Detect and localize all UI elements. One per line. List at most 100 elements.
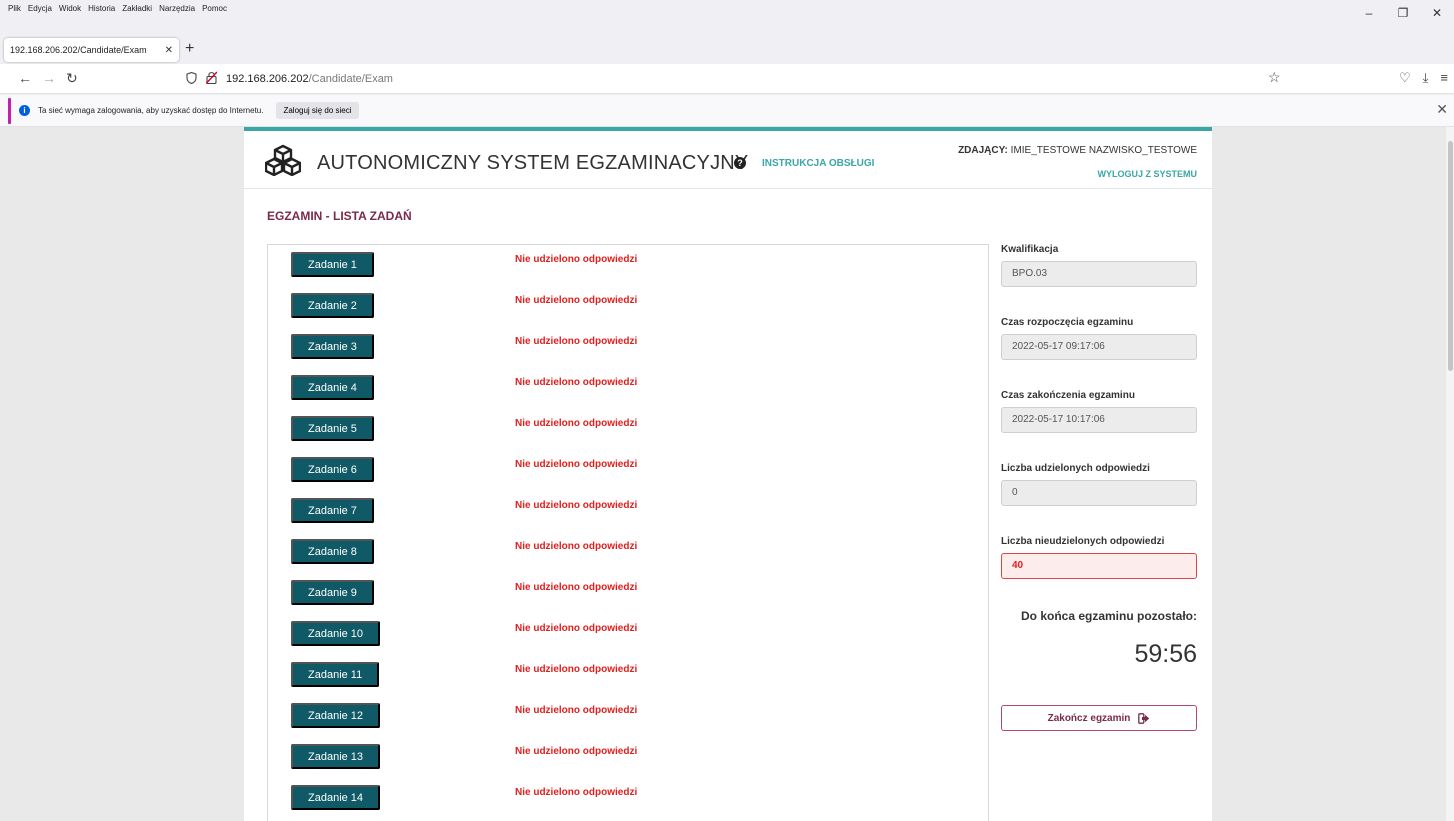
window-controls: – ❐ ✕	[1352, 6, 1454, 20]
task-row: Zadanie 10 Nie udzielono odpowiedzi	[268, 614, 988, 655]
end-time-field: 2022-05-17 10:17:06	[1001, 407, 1197, 433]
app-header: AUTONOMICZNY SYSTEM EGZAMINACYJNY ? INST…	[244, 131, 1212, 189]
task-status: Nie udzielono odpowiedzi	[515, 664, 638, 675]
menu-widok[interactable]: Widok	[59, 4, 81, 13]
task-button-14[interactable]: Zadanie 14	[291, 785, 381, 810]
menu-historia[interactable]: Historia	[88, 4, 115, 13]
task-status: Nie udzielono odpowiedzi	[515, 377, 638, 388]
unanswered-count-field: 40	[1001, 553, 1197, 579]
task-button-13[interactable]: Zadanie 13	[291, 744, 381, 769]
tab-strip: 192.168.206.202/Candidate/Exam ✕ +	[0, 28, 1454, 64]
hamburger-menu-icon[interactable]: ≡	[1440, 70, 1448, 86]
toolbar-right-icons: ♡ ⤓ ≡	[1399, 70, 1448, 86]
task-status: Nie udzielono odpowiedzi	[515, 254, 638, 265]
app-title: AUTONOMICZNY SYSTEM EGZAMINACYJNY	[317, 152, 749, 174]
task-button-9[interactable]: Zadanie 9	[291, 580, 374, 605]
nav-bar: ← → ↻ 192.168.206.202/Candidate/Exam ☆ ♡…	[0, 64, 1454, 94]
captive-portal-notification: i Ta sieć wymaga zalogowania, aby uzyska…	[0, 95, 1454, 127]
answered-count-label: Liczba udzielonych odpowiedzi	[1001, 463, 1150, 474]
task-row: Zadanie 4 Nie udzielono odpowiedzi	[268, 368, 988, 409]
tracking-shield-icon[interactable]	[186, 71, 200, 87]
sign-out-icon	[1138, 712, 1150, 724]
bookmark-star-icon[interactable]: ☆	[1268, 69, 1281, 86]
task-status: Nie udzielono odpowiedzi	[515, 746, 638, 757]
page-scrollbar[interactable]	[1446, 127, 1454, 821]
page-title: EGZAMIN - LISTA ZADAŃ	[267, 209, 412, 223]
task-status: Nie udzielono odpowiedzi	[515, 623, 638, 634]
time-remaining-label: Do końca egzaminu pozostało:	[1020, 609, 1197, 623]
menu-zakladki[interactable]: Zakładki	[122, 4, 152, 13]
task-status: Nie udzielono odpowiedzi	[515, 336, 638, 347]
task-row: Zadanie 9 Nie udzielono odpowiedzi	[268, 573, 988, 614]
candidate-info: ZDAJĄCY: IMIE_TESTOWE NAZWISKO_TESTOWE	[958, 145, 1197, 156]
menu-plik[interactable]: Plik	[8, 4, 21, 13]
notification-text: Ta sieć wymaga zalogowania, aby uzyskać …	[38, 106, 264, 115]
task-button-7[interactable]: Zadanie 7	[291, 498, 374, 523]
menu-pomoc[interactable]: Pomoc	[202, 4, 227, 13]
page-viewport: AUTONOMICZNY SYSTEM EGZAMINACYJNY ? INST…	[0, 127, 1454, 821]
task-row: Zadanie 13 Nie udzielono odpowiedzi	[268, 737, 988, 778]
task-button-11[interactable]: Zadanie 11	[291, 662, 380, 687]
task-row: Zadanie 11 Nie udzielono odpowiedzi	[268, 655, 988, 696]
finish-exam-label: Zakończ egzamin	[1047, 712, 1131, 724]
restore-icon[interactable]: ❐	[1386, 6, 1420, 20]
start-time-field: 2022-05-17 09:17:06	[1001, 334, 1197, 360]
task-status: Nie udzielono odpowiedzi	[515, 295, 638, 306]
task-button-12[interactable]: Zadanie 12	[291, 703, 381, 728]
exam-panel: AUTONOMICZNY SYSTEM EGZAMINACYJNY ? INST…	[244, 127, 1212, 821]
reload-icon[interactable]: ↻	[66, 70, 78, 87]
notification-close-icon[interactable]: ✕	[1436, 101, 1448, 118]
url-host: 192.168.206.202	[226, 73, 309, 85]
pocket-icon[interactable]: ♡	[1399, 70, 1411, 86]
logout-link[interactable]: WYLOGUJ Z SYSTEMU	[1097, 169, 1197, 179]
task-button-2[interactable]: Zadanie 2	[291, 293, 374, 318]
task-button-5[interactable]: Zadanie 5	[291, 416, 374, 441]
qualification-field: BPO.03	[1001, 261, 1197, 287]
menu-narzedzia[interactable]: Narzędzia	[159, 4, 195, 13]
task-list: Zadanie 1 Nie udzielono odpowiedzi Zadan…	[267, 244, 989, 821]
task-button-1[interactable]: Zadanie 1	[291, 252, 374, 277]
task-row: Zadanie 7 Nie udzielono odpowiedzi	[268, 491, 988, 532]
task-status: Nie udzielono odpowiedzi	[515, 418, 638, 429]
browser-tab[interactable]: 192.168.206.202/Candidate/Exam ✕	[4, 38, 179, 62]
task-button-3[interactable]: Zadanie 3	[291, 334, 374, 359]
tab-close-icon[interactable]: ✕	[165, 45, 173, 56]
task-row: Zadanie 14 Nie udzielono odpowiedzi	[268, 778, 988, 819]
menu-items: Plik Edycja Widok Historia Zakładki Narz…	[0, 0, 227, 13]
url-path: /Candidate/Exam	[308, 73, 393, 85]
task-row: Zadanie 6 Nie udzielono odpowiedzi	[268, 450, 988, 491]
task-status: Nie udzielono odpowiedzi	[515, 500, 638, 511]
back-icon[interactable]: ←	[18, 70, 32, 86]
task-row: Zadanie 12 Nie udzielono odpowiedzi	[268, 696, 988, 737]
help-link[interactable]: INSTRUKCJA OBSŁUGI	[762, 158, 874, 169]
task-button-10[interactable]: Zadanie 10	[291, 621, 381, 646]
new-tab-icon[interactable]: +	[185, 40, 194, 58]
menu-edycja[interactable]: Edycja	[28, 4, 52, 13]
scrollbar-thumb[interactable]	[1448, 141, 1453, 371]
task-row: Zadanie 1 Nie udzielono odpowiedzi	[268, 245, 988, 286]
task-row: Zadanie 8 Nie udzielono odpowiedzi	[268, 532, 988, 573]
insecure-lock-icon[interactable]	[205, 71, 220, 87]
task-button-8[interactable]: Zadanie 8	[291, 539, 374, 564]
task-button-6[interactable]: Zadanie 6	[291, 457, 374, 482]
task-row: Zadanie 5 Nie udzielono odpowiedzi	[268, 409, 988, 450]
forward-icon[interactable]: →	[42, 70, 56, 86]
task-row: Zadanie 2 Nie udzielono odpowiedzi	[268, 286, 988, 327]
task-status: Nie udzielono odpowiedzi	[515, 787, 638, 798]
close-window-icon[interactable]: ✕	[1420, 6, 1454, 20]
question-icon[interactable]: ?	[734, 157, 746, 169]
task-button-4[interactable]: Zadanie 4	[291, 375, 374, 400]
finish-exam-button[interactable]: Zakończ egzamin	[1001, 705, 1197, 731]
unanswered-count-label: Liczba nieudzielonych odpowiedzi	[1001, 536, 1165, 547]
answered-count-field: 0	[1001, 480, 1197, 506]
candidate-name: IMIE_TESTOWE NAZWISKO_TESTOWE	[1010, 145, 1197, 156]
task-status: Nie udzielono odpowiedzi	[515, 582, 638, 593]
notification-accent-bar	[8, 98, 11, 124]
url-bar[interactable]: 192.168.206.202/Candidate/Exam	[176, 68, 1296, 90]
task-status: Nie udzielono odpowiedzi	[515, 459, 638, 470]
info-icon: i	[19, 105, 30, 116]
candidate-label: ZDAJĄCY:	[958, 145, 1008, 156]
minimize-icon[interactable]: –	[1352, 6, 1386, 20]
network-login-button[interactable]: Zaloguj się do sieci	[276, 102, 359, 119]
downloads-icon[interactable]: ⤓	[1423, 70, 1429, 86]
